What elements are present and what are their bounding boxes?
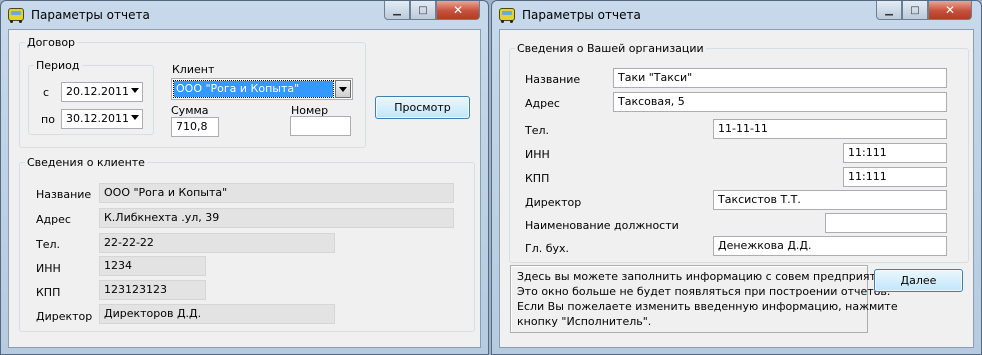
info-line: Это окно больше не будет появляться при … xyxy=(517,285,891,298)
maximize-button[interactable]: □ xyxy=(410,1,436,20)
sum-field[interactable]: 710,8 xyxy=(171,117,219,137)
taxi-app-icon xyxy=(8,8,24,23)
org-address-field[interactable]: Таксовая, 5 xyxy=(613,92,947,112)
client-phone-label: Тел. xyxy=(36,238,61,251)
preview-button[interactable]: Просмотр xyxy=(375,96,470,119)
org-phone-label: Тел. xyxy=(525,124,550,137)
chevron-down-icon[interactable] xyxy=(131,115,139,120)
window-title: Параметры отчета xyxy=(522,8,641,22)
client-inn-label: ИНН xyxy=(36,262,61,275)
client-phone-field[interactable]: 22-22-22 xyxy=(99,233,335,253)
client-label: Клиент xyxy=(172,63,215,76)
client-director-label: Директор xyxy=(36,310,93,323)
org-name-label: Название xyxy=(525,73,581,86)
title-bar[interactable]: Параметры отчета ▁ □ ✕ xyxy=(492,1,981,29)
window-title: Параметры отчета xyxy=(31,8,150,22)
org-inn-label: ИНН xyxy=(525,148,550,161)
close-button[interactable]: ✕ xyxy=(436,1,480,20)
client-name-field[interactable]: ООО "Рога и Копыта" xyxy=(99,183,454,203)
next-button[interactable]: Далее xyxy=(874,269,963,292)
minimize-button[interactable]: ▁ xyxy=(384,1,410,20)
client-info-group-label: Сведения о клиенте xyxy=(27,156,145,169)
org-position-field[interactable] xyxy=(825,213,947,233)
client-kpp-field[interactable]: 123123123 xyxy=(99,280,206,300)
to-label: по xyxy=(41,113,55,126)
number-field[interactable] xyxy=(290,116,351,136)
client-selected-value: ООО "Рога и Копыта" xyxy=(173,80,334,98)
org-info-group-label: Сведения о Вашей организации xyxy=(517,42,704,55)
info-line: Здесь вы можете заполнить информацию с с… xyxy=(517,270,894,283)
client-name-label: Название xyxy=(36,188,92,201)
from-date-picker[interactable]: 20.12.2011 xyxy=(61,82,143,102)
org-name-field[interactable]: Таки "Такси" xyxy=(613,68,947,88)
org-phone-field[interactable]: 11-11-11 xyxy=(713,119,947,139)
info-line: Если Вы пожелаете изменить введенную инф… xyxy=(517,300,898,313)
org-chief-accountant-label: Гл. бух. xyxy=(525,242,570,255)
maximize-button[interactable]: □ xyxy=(902,1,928,20)
report-params-window-right: Параметры отчета ▁ □ ✕ Сведения о Вашей … xyxy=(491,0,982,355)
title-bar[interactable]: Параметры отчета ▁ □ ✕ xyxy=(1,1,488,29)
org-inn-field[interactable]: 11:111 xyxy=(843,143,947,163)
info-line: кнопку "Исполнитель". xyxy=(517,315,652,328)
client-address-label: Адрес xyxy=(36,213,71,226)
client-combobox[interactable]: ООО "Рога и Копыта" xyxy=(171,78,353,100)
org-director-label: Директор xyxy=(525,196,582,209)
report-params-window-left: Параметры отчета ▁ □ ✕ Договор Период с … xyxy=(0,0,489,355)
org-chief-accountant-field[interactable]: Денежкова Д.Д. xyxy=(713,236,947,256)
contract-group-label: Договор xyxy=(27,36,76,49)
chevron-down-icon xyxy=(339,86,347,92)
to-date-picker[interactable]: 30.12.2011 xyxy=(61,109,143,129)
client-address-field[interactable]: К.Либкнехта .ул, 39 xyxy=(99,208,454,228)
org-kpp-label: КПП xyxy=(525,172,550,185)
org-director-field[interactable]: Таксистов Т.Т. xyxy=(713,190,947,210)
minimize-button[interactable]: ▁ xyxy=(876,1,902,20)
org-position-label: Наименование должности xyxy=(525,219,679,232)
from-label: с xyxy=(43,86,50,99)
window-client-area: Договор Период с 20.12.2011 по 30.12.201… xyxy=(8,29,481,348)
chevron-down-icon[interactable] xyxy=(131,88,139,93)
period-group-label: Период xyxy=(36,59,80,72)
client-director-field[interactable]: Директоров Д.Д. xyxy=(99,304,335,324)
close-button[interactable]: ✕ xyxy=(928,1,972,20)
client-inn-field[interactable]: 1234 xyxy=(99,256,206,276)
dropdown-button[interactable] xyxy=(335,80,351,98)
to-date-value: 30.12.2011 xyxy=(66,112,129,125)
info-panel: Здесь вы можете заполнить информацию с с… xyxy=(510,265,898,333)
client-kpp-label: КПП xyxy=(36,286,61,299)
sum-label: Сумма xyxy=(171,104,209,117)
org-kpp-field[interactable]: 11:111 xyxy=(843,167,947,187)
from-date-value: 20.12.2011 xyxy=(66,85,129,98)
org-address-label: Адрес xyxy=(525,97,560,110)
window-client-area: Сведения о Вашей организации Название Та… xyxy=(499,29,974,348)
taxi-app-icon xyxy=(499,8,515,23)
